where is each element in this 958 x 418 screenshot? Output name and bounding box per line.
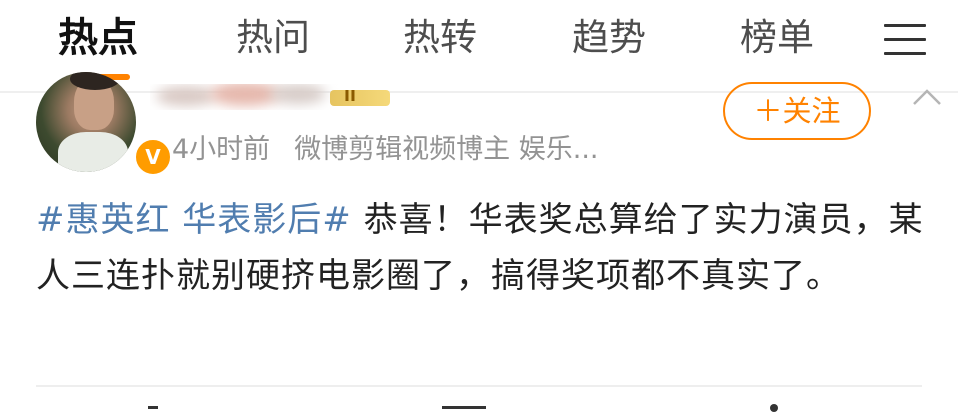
- tab-hot-reposts[interactable]: 热转: [403, 12, 477, 64]
- post-time: 4小时前: [172, 134, 271, 165]
- tab-hot[interactable]: 热点: [58, 12, 138, 64]
- avatar[interactable]: [36, 72, 136, 172]
- comment-action[interactable]: [440, 404, 500, 418]
- chevron-up-icon[interactable]: [912, 88, 942, 106]
- repost-action[interactable]: [118, 404, 178, 418]
- post-content: #惠英红 华表影后# 恭喜！华表奖总算给了实力演员，某人三连扑就别硬挤电影圈了，…: [36, 192, 926, 304]
- tab-trends[interactable]: 趋势: [572, 12, 646, 64]
- follow-button[interactable]: ＋关注: [723, 82, 871, 140]
- post-divider: [36, 385, 922, 387]
- member-level-badge: II: [330, 90, 390, 106]
- post-source: 微博剪辑视频博主 娱乐...: [294, 134, 599, 165]
- hashtag-link[interactable]: #惠英红 华表影后#: [36, 200, 352, 240]
- verified-v-icon: V: [134, 138, 172, 176]
- like-action[interactable]: [760, 404, 820, 418]
- weibo-hot-feed: 热点 热问 热转 趋势 榜单 V II 4小时前 微博剪辑视频博主 娱乐... ＋…: [0, 0, 958, 418]
- author-name-redacted[interactable]: [150, 84, 350, 110]
- post-meta: 4小时前 微博剪辑视频博主 娱乐...: [172, 130, 599, 170]
- hamburger-menu-icon[interactable]: [884, 22, 926, 56]
- post-author-avatar-area[interactable]: V: [36, 72, 172, 176]
- tab-hot-questions[interactable]: 热问: [236, 12, 310, 64]
- top-tab-bar: 热点 热问 热转 趋势 榜单: [0, 0, 958, 88]
- tab-rankings[interactable]: 榜单: [740, 12, 814, 64]
